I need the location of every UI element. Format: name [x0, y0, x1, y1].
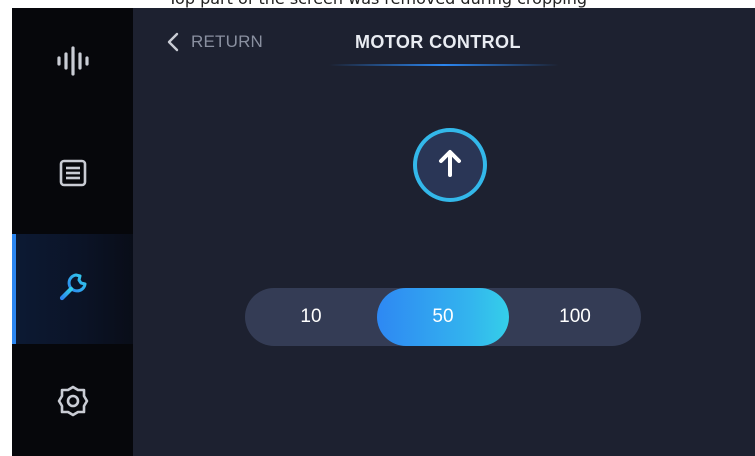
up-button-inner — [417, 132, 483, 198]
sidebar — [12, 8, 133, 456]
chevron-left-icon — [167, 32, 179, 52]
gear-icon — [56, 384, 90, 423]
active-indicator — [12, 234, 16, 344]
return-label: RETURN — [191, 32, 264, 51]
arrow-up-icon — [437, 148, 463, 183]
title-underline — [329, 64, 559, 66]
sidebar-item-tools[interactable] — [12, 234, 133, 344]
list-icon — [57, 157, 89, 194]
sidebar-item-list[interactable] — [12, 120, 133, 230]
wrench-icon — [56, 270, 90, 309]
speed-selector: 10 50 100 — [245, 288, 641, 346]
cropped-caption: Top part of the screen was removed durin… — [0, 0, 755, 8]
speed-option-100[interactable]: 100 — [509, 288, 641, 346]
move-up-button[interactable] — [413, 128, 487, 202]
return-button[interactable]: RETURN — [167, 32, 263, 52]
main-panel: RETURN MOTOR CONTROL 10 50 100 — [133, 8, 755, 456]
sidebar-item-settings[interactable] — [12, 348, 133, 456]
speed-option-50[interactable]: 50 — [377, 288, 509, 346]
caption-text: Top part of the screen was removed durin… — [168, 0, 587, 8]
sidebar-item-waveform[interactable] — [12, 8, 133, 118]
device-screen: RETURN MOTOR CONTROL 10 50 100 — [12, 8, 755, 456]
speed-option-10[interactable]: 10 — [245, 288, 377, 346]
page-title: MOTOR CONTROL — [355, 32, 521, 52]
waveform-icon — [55, 45, 91, 81]
